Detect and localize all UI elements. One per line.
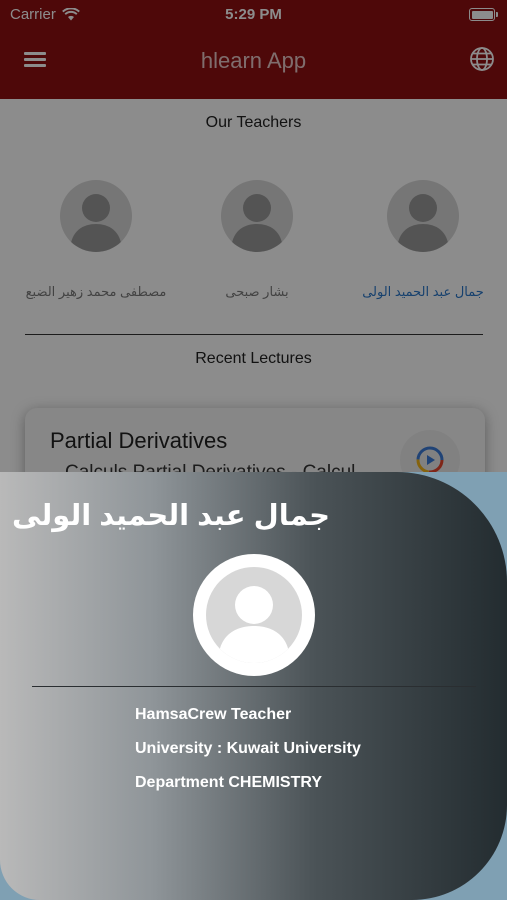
teacher-detail-sheet: جمال عبد الحميد الولى HamsaCrew Teacher … — [0, 472, 507, 900]
teacher-university: University : Kuwait University — [135, 740, 361, 757]
teacher-department: Department CHEMISTRY — [135, 774, 322, 791]
teacher-role: HamsaCrew Teacher — [135, 706, 292, 723]
sheet-divider — [32, 686, 476, 687]
teacher-name-heading: جمال عبد الحميد الولى — [12, 500, 330, 532]
avatar — [193, 554, 315, 676]
